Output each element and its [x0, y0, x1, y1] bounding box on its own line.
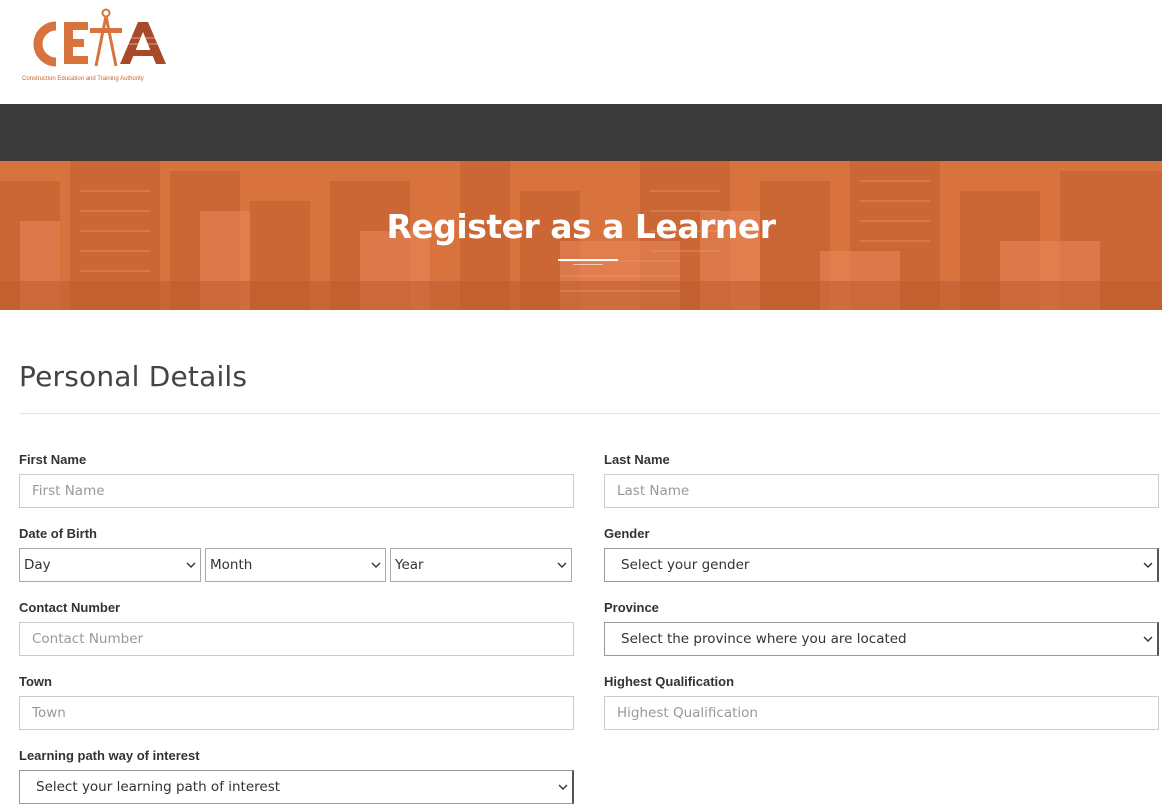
last-name-label: Last Name	[604, 452, 670, 467]
dob-year-select[interactable]: Year	[390, 548, 572, 582]
learning-path-value: Select your learning path of interest	[36, 779, 281, 795]
chevron-down-icon	[371, 562, 381, 568]
chevron-down-icon	[557, 562, 567, 568]
last-name-input[interactable]	[604, 474, 1159, 508]
title-underline	[558, 259, 618, 261]
province-value: Select the province where you are locate…	[621, 631, 907, 647]
learning-path-label: Learning path way of interest	[19, 748, 200, 763]
title-underline-secondary	[573, 264, 603, 265]
chevron-down-icon	[1143, 636, 1153, 642]
province-select[interactable]: Select the province where you are locate…	[604, 622, 1159, 656]
province-label: Province	[604, 600, 659, 615]
date-of-birth-label: Date of Birth	[19, 526, 97, 541]
town-label: Town	[19, 674, 52, 689]
contact-number-input[interactable]	[19, 622, 574, 656]
site-header: Construction Education and Training Auth…	[0, 0, 1162, 104]
page-title: Register as a Learner	[386, 207, 776, 246]
dob-day-select[interactable]: Day	[19, 548, 201, 582]
dob-month-value: Month	[210, 557, 253, 573]
section-divider	[19, 413, 1160, 414]
highest-qualification-label: Highest Qualification	[604, 674, 735, 689]
ceta-logo-mark	[33, 8, 166, 67]
dob-day-value: Day	[24, 557, 51, 573]
gender-label: Gender	[604, 526, 650, 541]
first-name-input[interactable]	[19, 474, 574, 508]
first-name-label: First Name	[19, 452, 87, 467]
town-input[interactable]	[19, 696, 574, 730]
contact-number-label: Contact Number	[19, 600, 121, 615]
highest-qualification-input[interactable]	[604, 696, 1159, 730]
section-title-personal-details: Personal Details	[19, 360, 248, 393]
dob-year-value: Year	[395, 557, 424, 573]
chevron-down-icon	[558, 784, 568, 790]
chevron-down-icon	[186, 562, 196, 568]
dob-month-select[interactable]: Month	[205, 548, 386, 582]
gender-select[interactable]: Select your gender	[604, 548, 1159, 582]
chevron-down-icon	[1143, 562, 1153, 568]
gender-value: Select your gender	[621, 557, 750, 573]
learning-path-select[interactable]: Select your learning path of interest	[19, 770, 574, 804]
ceta-logo[interactable]: Construction Education and Training Auth…	[20, 4, 170, 86]
logo-tagline: Construction Education and Training Auth…	[22, 76, 144, 82]
main-navbar	[0, 104, 1162, 161]
hero-banner: Register as a Learner	[0, 161, 1162, 310]
